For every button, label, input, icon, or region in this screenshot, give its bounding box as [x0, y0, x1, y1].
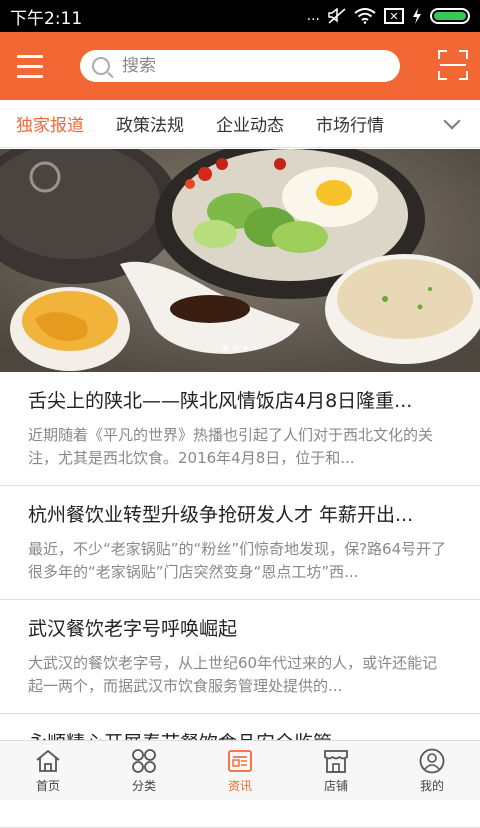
bottom-nav: 首页 分类 资讯 店铺 我的	[0, 740, 480, 800]
charging-icon	[412, 8, 422, 24]
status-bar: 下午2:11 ... ✕	[0, 0, 480, 32]
nav-news-label: 资讯	[228, 777, 252, 794]
sim-off-icon: ✕	[384, 8, 404, 24]
scan-icon[interactable]	[438, 50, 468, 80]
top-bar	[0, 32, 480, 100]
chevron-down-icon[interactable]	[444, 113, 461, 130]
nav-home[interactable]: 首页	[0, 741, 96, 800]
nav-profile-label: 我的	[420, 777, 444, 794]
category-tabs: 独家报道 政策法规 企业动态 市场行情	[0, 100, 480, 148]
tab-company-news[interactable]: 企业动态	[200, 100, 300, 148]
banner-food-image	[0, 149, 480, 372]
banner-carousel[interactable]	[0, 149, 480, 372]
news-summary: 最近，不少“老家锅贴”的“粉丝”们惊奇地发现，保?路64号开了很多年的“老家锅贴…	[28, 538, 452, 584]
tab-exclusive[interactable]: 独家报道	[0, 100, 100, 148]
more-dots-icon: ...	[307, 8, 320, 24]
news-item[interactable]: 杭州餐饮业转型升级争抢研发人才 年薪开出... 最近，不少“老家锅贴”的“粉丝”…	[0, 486, 480, 600]
carousel-indicator	[0, 345, 480, 350]
sim-off-glyph: ✕	[389, 11, 398, 22]
mute-icon	[328, 8, 346, 24]
search-box[interactable]	[80, 50, 400, 82]
profile-icon	[417, 748, 447, 774]
menu-icon[interactable]	[0, 32, 60, 100]
nav-home-label: 首页	[36, 777, 60, 794]
nav-news[interactable]: 资讯	[192, 741, 288, 800]
carousel-dot[interactable]	[243, 345, 248, 350]
nav-category[interactable]: 分类	[96, 741, 192, 800]
news-item[interactable]: 武汉餐饮老字号呼唤崛起 大武汉的餐饮老字号，从上世纪60年代过来的人，或许还能记…	[0, 600, 480, 714]
battery-icon	[430, 8, 470, 24]
tab-market[interactable]: 市场行情	[300, 100, 400, 148]
news-title: 杭州餐饮业转型升级争抢研发人才 年薪开出...	[28, 502, 452, 528]
status-icons: ... ✕	[307, 8, 470, 24]
store-icon	[321, 748, 351, 774]
news-icon	[225, 748, 255, 774]
category-icon	[129, 748, 159, 774]
carousel-dot[interactable]	[223, 345, 228, 350]
search-input[interactable]	[122, 56, 382, 76]
wifi-icon	[354, 8, 376, 24]
news-item[interactable]: 舌尖上的陕北——陕北风情饭店4月8日隆重... 近期随着《平凡的世界》热播也引起…	[0, 372, 480, 486]
news-summary: 大武汉的餐饮老字号，从上世纪60年代过来的人，或许还能记起一两个，而据武汉市饮食…	[28, 652, 452, 698]
carousel-dot[interactable]	[253, 345, 258, 350]
nav-profile[interactable]: 我的	[384, 741, 480, 800]
carousel-dot[interactable]	[233, 345, 238, 350]
news-title: 武汉餐饮老字号呼唤崛起	[28, 616, 452, 642]
nav-category-label: 分类	[132, 777, 156, 794]
home-icon	[33, 748, 63, 774]
nav-store[interactable]: 店铺	[288, 741, 384, 800]
search-icon	[92, 57, 110, 75]
tab-policy[interactable]: 政策法规	[100, 100, 200, 148]
news-title: 舌尖上的陕北——陕北风情饭店4月8日隆重...	[28, 388, 452, 414]
status-time: 下午2:11	[10, 4, 82, 29]
news-summary: 近期随着《平凡的世界》热播也引起了人们对于西北文化的关注，尤其是西北饮食。201…	[28, 424, 452, 470]
nav-store-label: 店铺	[324, 777, 348, 794]
